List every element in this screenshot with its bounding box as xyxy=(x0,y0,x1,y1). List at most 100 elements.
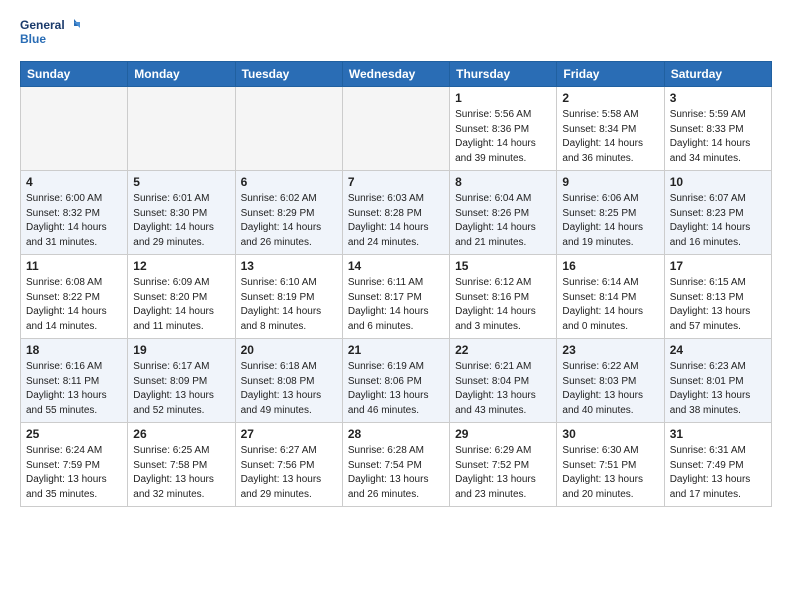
day-cell-19: 19Sunrise: 6:17 AMSunset: 8:09 PMDayligh… xyxy=(128,339,235,423)
day-cell-5: 5 Sunrise: 6:01 AMSunset: 8:30 PMDaylight… xyxy=(128,171,235,255)
day-number: 20 xyxy=(241,343,337,357)
day-info: Sunrise: 6:00 AMSunset: 8:32 PMDaylight:… xyxy=(26,192,122,250)
weekday-header-row: SundayMondayTuesdayWednesdayThursdayFrid… xyxy=(21,62,772,87)
day-info: Sunrise: 6:19 AMSunset: 8:06 PMDaylight:… xyxy=(348,360,444,418)
day-number: 17 xyxy=(670,259,766,273)
day-cell-8: 8 Sunrise: 6:04 AMSunset: 8:26 PMDaylight… xyxy=(450,171,557,255)
day-info: Sunrise: 6:29 AMSunset: 7:52 PMDaylight:… xyxy=(455,444,551,502)
week-row-2: 4Sunrise: 6:00 AMSunset: 8:32 PMDaylight… xyxy=(21,171,772,255)
day-number: 1 xyxy=(455,91,551,105)
weekday-header-monday: Monday xyxy=(128,62,235,87)
day-cell-4: 4Sunrise: 6:00 AMSunset: 8:32 PMDaylight… xyxy=(21,171,128,255)
day-number: 7 xyxy=(348,175,444,189)
day-number: 11 xyxy=(26,259,122,273)
page: General Blue SundayMondayTuesdayWednesda… xyxy=(0,0,792,523)
day-info: Sunrise: 6:23 AMSunset: 8:01 PMDaylight:… xyxy=(670,360,766,418)
day-cell-26: 26 Sunrise: 6:25 AMSunset: 7:58 PMDayligh… xyxy=(128,423,235,507)
day-info: Sunrise: 6:11 AMSunset: 8:17 PMDaylight:… xyxy=(348,276,444,334)
day-info: Sunrise: 6:07 AMSunset: 8:23 PMDaylight:… xyxy=(670,192,766,250)
day-cell-29: 29 Sunrise: 6:29 AMSunset: 7:52 PMDayligh… xyxy=(450,423,557,507)
day-info: Sunrise: 6:06 AMSunset: 8:25 PMDaylight:… xyxy=(562,192,658,250)
day-number: 18 xyxy=(26,343,122,357)
day-cell-21: 21 Sunrise: 6:19 AMSunset: 8:06 PMDayligh… xyxy=(342,339,449,423)
day-number: 9 xyxy=(562,175,658,189)
weekday-header-friday: Friday xyxy=(557,62,664,87)
day-info: Sunrise: 6:30 AMSunset: 7:51 PMDaylight:… xyxy=(562,444,658,502)
empty-cell xyxy=(235,87,342,171)
day-cell-22: 22 Sunrise: 6:21 AMSunset: 8:04 PMDayligh… xyxy=(450,339,557,423)
day-cell-9: 9 Sunrise: 6:06 AMSunset: 8:25 PMDaylight… xyxy=(557,171,664,255)
day-info: Sunrise: 5:59 AMSunset: 8:33 PMDaylight:… xyxy=(670,108,766,166)
day-number: 24 xyxy=(670,343,766,357)
day-number: 13 xyxy=(241,259,337,273)
day-info: Sunrise: 6:09 AMSunset: 8:20 PMDaylight:… xyxy=(133,276,229,334)
day-info: Sunrise: 6:04 AMSunset: 8:26 PMDaylight:… xyxy=(455,192,551,250)
day-info: Sunrise: 6:25 AMSunset: 7:58 PMDaylight:… xyxy=(133,444,229,502)
day-cell-13: 13 Sunrise: 6:10 AMSunset: 8:19 PMDayligh… xyxy=(235,255,342,339)
empty-cell xyxy=(128,87,235,171)
day-cell-18: 18 Sunrise: 6:16 AMSunset: 8:11 PMDayligh… xyxy=(21,339,128,423)
day-cell-25: 25 Sunrise: 6:24 AMSunset: 7:59 PMDayligh… xyxy=(21,423,128,507)
day-number: 3 xyxy=(670,91,766,105)
empty-cell xyxy=(21,87,128,171)
logo: General Blue xyxy=(20,16,80,53)
day-cell-2: 2Sunrise: 5:58 AMSunset: 8:34 PMDaylight… xyxy=(557,87,664,171)
week-row-3: 11 Sunrise: 6:08 AMSunset: 8:22 PMDayligh… xyxy=(21,255,772,339)
logo-text: General Blue xyxy=(20,16,80,53)
weekday-header-sunday: Sunday xyxy=(21,62,128,87)
day-number: 8 xyxy=(455,175,551,189)
weekday-header-thursday: Thursday xyxy=(450,62,557,87)
day-info: Sunrise: 6:10 AMSunset: 8:19 PMDaylight:… xyxy=(241,276,337,334)
day-cell-23: 23 Sunrise: 6:22 AMSunset: 8:03 PMDayligh… xyxy=(557,339,664,423)
day-info: Sunrise: 6:15 AMSunset: 8:13 PMDaylight:… xyxy=(670,276,766,334)
day-number: 25 xyxy=(26,427,122,441)
day-info: Sunrise: 6:22 AMSunset: 8:03 PMDaylight:… xyxy=(562,360,658,418)
day-number: 12 xyxy=(133,259,229,273)
day-info: Sunrise: 5:58 AMSunset: 8:34 PMDaylight:… xyxy=(562,108,658,166)
day-number: 16 xyxy=(562,259,658,273)
day-cell-17: 17 Sunrise: 6:15 AMSunset: 8:13 PMDayligh… xyxy=(664,255,771,339)
week-row-1: 1 Sunrise: 5:56 AMSunset: 8:36 PMDaylight… xyxy=(21,87,772,171)
day-info: Sunrise: 6:12 AMSunset: 8:16 PMDaylight:… xyxy=(455,276,551,334)
day-number: 21 xyxy=(348,343,444,357)
day-cell-30: 30 Sunrise: 6:30 AMSunset: 7:51 PMDayligh… xyxy=(557,423,664,507)
day-number: 6 xyxy=(241,175,337,189)
day-info: Sunrise: 6:18 AMSunset: 8:08 PMDaylight:… xyxy=(241,360,337,418)
day-number: 22 xyxy=(455,343,551,357)
day-number: 5 xyxy=(133,175,229,189)
header: General Blue xyxy=(20,16,772,53)
day-cell-28: 28Sunrise: 6:28 AMSunset: 7:54 PMDayligh… xyxy=(342,423,449,507)
day-info: Sunrise: 6:03 AMSunset: 8:28 PMDaylight:… xyxy=(348,192,444,250)
svg-text:Blue: Blue xyxy=(20,32,46,46)
day-cell-10: 10 Sunrise: 6:07 AMSunset: 8:23 PMDayligh… xyxy=(664,171,771,255)
day-info: Sunrise: 6:02 AMSunset: 8:29 PMDaylight:… xyxy=(241,192,337,250)
day-number: 29 xyxy=(455,427,551,441)
day-cell-16: 16Sunrise: 6:14 AMSunset: 8:14 PMDayligh… xyxy=(557,255,664,339)
day-number: 30 xyxy=(562,427,658,441)
day-info: Sunrise: 6:28 AMSunset: 7:54 PMDaylight:… xyxy=(348,444,444,502)
day-info: Sunrise: 6:24 AMSunset: 7:59 PMDaylight:… xyxy=(26,444,122,502)
day-cell-11: 11 Sunrise: 6:08 AMSunset: 8:22 PMDayligh… xyxy=(21,255,128,339)
day-info: Sunrise: 6:21 AMSunset: 8:04 PMDaylight:… xyxy=(455,360,551,418)
logo-svg: General Blue xyxy=(20,16,80,48)
week-row-4: 18 Sunrise: 6:16 AMSunset: 8:11 PMDayligh… xyxy=(21,339,772,423)
day-info: Sunrise: 5:56 AMSunset: 8:36 PMDaylight:… xyxy=(455,108,551,166)
weekday-header-saturday: Saturday xyxy=(664,62,771,87)
day-cell-1: 1 Sunrise: 5:56 AMSunset: 8:36 PMDaylight… xyxy=(450,87,557,171)
empty-cell xyxy=(342,87,449,171)
day-info: Sunrise: 6:01 AMSunset: 8:30 PMDaylight:… xyxy=(133,192,229,250)
day-cell-3: 3 Sunrise: 5:59 AMSunset: 8:33 PMDaylight… xyxy=(664,87,771,171)
day-number: 10 xyxy=(670,175,766,189)
day-number: 26 xyxy=(133,427,229,441)
day-number: 23 xyxy=(562,343,658,357)
weekday-header-tuesday: Tuesday xyxy=(235,62,342,87)
week-row-5: 25 Sunrise: 6:24 AMSunset: 7:59 PMDayligh… xyxy=(21,423,772,507)
calendar: SundayMondayTuesdayWednesdayThursdayFrid… xyxy=(20,61,772,507)
day-info: Sunrise: 6:16 AMSunset: 8:11 PMDaylight:… xyxy=(26,360,122,418)
day-number: 15 xyxy=(455,259,551,273)
day-info: Sunrise: 6:08 AMSunset: 8:22 PMDaylight:… xyxy=(26,276,122,334)
day-info: Sunrise: 6:31 AMSunset: 7:49 PMDaylight:… xyxy=(670,444,766,502)
day-number: 31 xyxy=(670,427,766,441)
day-number: 19 xyxy=(133,343,229,357)
day-cell-14: 14Sunrise: 6:11 AMSunset: 8:17 PMDayligh… xyxy=(342,255,449,339)
